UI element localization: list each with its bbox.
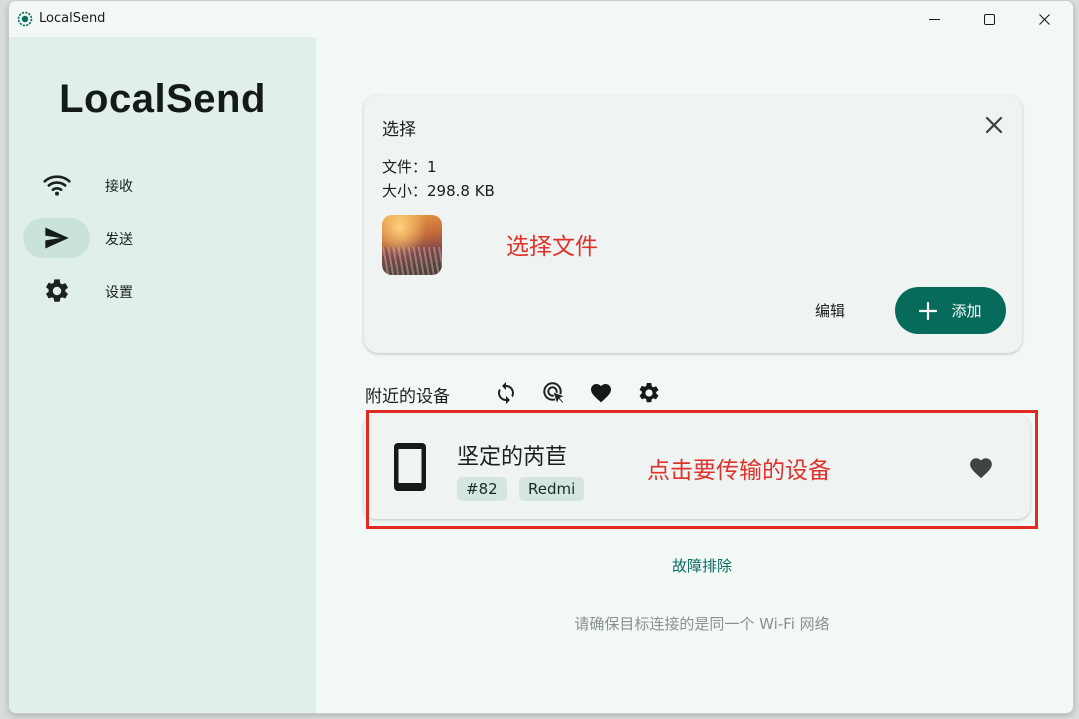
sidebar-item-settings-pill	[23, 271, 90, 311]
app-brand-title: LocalSend	[59, 77, 266, 121]
nearby-devices-label: 附近的设备	[365, 387, 450, 407]
close-icon	[1038, 13, 1050, 25]
device-card[interactable]: 坚定的芮苣 #82 Redmi 点击要传输的设备	[364, 415, 1030, 519]
selection-title: 选择	[382, 120, 416, 140]
phone-icon	[394, 443, 426, 491]
gear-icon	[45, 279, 68, 302]
gear-icon	[639, 382, 659, 403]
sidebar-item-send-pill	[23, 218, 90, 258]
discovery-settings-button[interactable]	[635, 379, 663, 407]
sidebar-item-send[interactable]: 发送	[23, 218, 283, 258]
device-model-tag: Redmi	[519, 477, 585, 501]
file-count: 文件：1	[382, 158, 437, 176]
sidebar-item-label: 设置	[105, 285, 133, 301]
selection-card: 选择 文件：1 大小：298.8 KB 选择文件 编辑 添加	[364, 95, 1022, 353]
sidebar-item-receive[interactable]: 接收	[23, 165, 283, 205]
send-icon	[44, 227, 69, 249]
minimize-button[interactable]	[911, 1, 957, 37]
device-name: 坚定的芮苣	[457, 445, 568, 470]
favorites-button[interactable]	[587, 379, 615, 407]
refresh-button[interactable]	[492, 379, 520, 407]
file-size: 大小：298.8 KB	[382, 182, 495, 200]
scan-icon	[543, 382, 566, 405]
annotation-select-files: 选择文件	[506, 234, 598, 260]
app-window: LocalSend LocalSend 接收 发送 设置 选择 文件：1 大小：…	[8, 0, 1074, 714]
maximize-icon	[983, 13, 995, 25]
wifi-icon	[42, 175, 71, 196]
close-icon	[985, 116, 1003, 134]
close-window-button[interactable]	[1021, 1, 1067, 37]
clear-selection-button[interactable]	[980, 111, 1008, 139]
file-thumbnail[interactable]	[382, 215, 442, 275]
annotation-tap-device: 点击要传输的设备	[647, 458, 831, 484]
refresh-icon	[498, 382, 514, 404]
plus-icon	[919, 301, 938, 320]
heart-icon	[591, 384, 611, 403]
add-button[interactable]: 添加	[895, 287, 1006, 334]
scan-target-button[interactable]	[540, 379, 568, 407]
heart-icon[interactable]	[968, 455, 994, 481]
sidebar: LocalSend 接收 发送 设置	[9, 37, 316, 713]
add-button-label: 添加	[951, 302, 982, 320]
maximize-button[interactable]	[966, 1, 1012, 37]
sidebar-item-label: 发送	[105, 232, 133, 248]
minimize-icon	[928, 18, 940, 20]
main-panel: 选择 文件：1 大小：298.8 KB 选择文件 编辑 添加 附近的设备 坚定的…	[316, 37, 1073, 713]
window-title: LocalSend	[39, 11, 106, 26]
sidebar-item-settings[interactable]: 设置	[23, 271, 283, 311]
sidebar-item-label: 接收	[105, 179, 133, 195]
sidebar-item-receive-pill	[23, 165, 90, 205]
troubleshoot-link[interactable]: 故障排除	[316, 555, 1073, 576]
localsend-logo-icon	[17, 11, 33, 27]
device-id-tag: #82	[457, 477, 507, 501]
edit-button[interactable]: 编辑	[815, 300, 845, 321]
network-hint: 请确保目标连接的是同一个 Wi-Fi 网络	[574, 615, 830, 633]
title-bar[interactable]: LocalSend	[9, 1, 1073, 37]
